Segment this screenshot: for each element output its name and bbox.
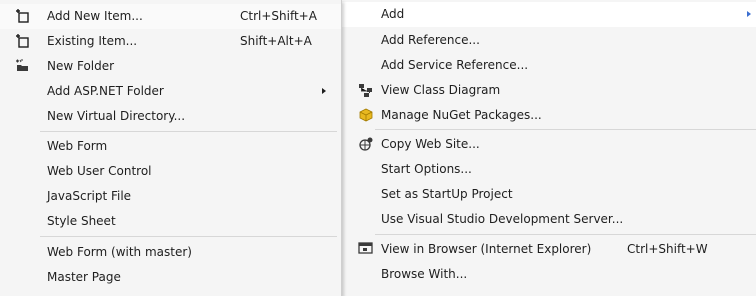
menu-item-web-user-control[interactable]: Web User Control <box>0 159 341 184</box>
menu-item-label: Set as StartUp Project <box>381 187 513 201</box>
menu-item-start-options[interactable]: Start Options... <box>342 157 756 182</box>
add-submenu: Add New Item... Ctrl+Shift+A Existing It… <box>0 0 342 296</box>
menu-item-copy-web-site[interactable]: Copy Web Site... <box>342 132 756 157</box>
menu-item-view-class-diagram[interactable]: View Class Diagram <box>342 78 756 103</box>
menu-item-web-form[interactable]: Web Form <box>0 134 341 159</box>
menu-item-manage-nuget-packages[interactable]: Manage NuGet Packages... <box>342 103 756 128</box>
menu-item-new-virtual-directory[interactable]: New Virtual Directory... <box>0 104 341 129</box>
menu-item-label: Master Page <box>47 270 121 284</box>
new-folder-icon <box>14 58 30 74</box>
menu-item-javascript-file[interactable]: JavaScript File <box>0 184 341 209</box>
menu-separator <box>40 236 337 237</box>
menu-item-label: Add <box>381 7 405 21</box>
menu-item-shortcut: Ctrl+Shift+W <box>627 242 708 256</box>
menu-item-shortcut: Ctrl+Shift+A <box>240 9 317 23</box>
menu-item-label: Add ASP.NET Folder <box>47 84 164 98</box>
menu-item-add-reference[interactable]: Add Reference... <box>342 28 756 53</box>
menu-item-add[interactable]: Add <box>342 2 756 27</box>
menu-item-label: Copy Web Site... <box>381 137 480 151</box>
menu-item-view-in-browser[interactable]: View in Browser (Internet Explorer) Ctrl… <box>342 237 756 262</box>
menu-item-label: JavaScript File <box>47 189 132 203</box>
menu-item-add-service-reference[interactable]: Add Service Reference... <box>342 53 756 78</box>
menu-item-label: Add Reference... <box>381 33 480 47</box>
menu-item-label: Style Sheet <box>47 214 116 228</box>
submenu-arrow-icon <box>322 88 326 94</box>
menu-item-style-sheet[interactable]: Style Sheet <box>0 209 341 234</box>
menu-item-label: Use Visual Studio Development Server... <box>381 212 624 226</box>
menu-item-label: Web User Control <box>47 164 152 178</box>
browser-icon <box>358 241 374 257</box>
menu-separator <box>375 129 756 130</box>
menu-item-shortcut: Shift+Alt+A <box>240 34 312 48</box>
nuget-icon <box>358 107 374 123</box>
menu-item-label: View in Browser (Internet Explorer) <box>381 242 592 256</box>
menu-item-label: New Folder <box>47 59 115 73</box>
menu-item-master-page[interactable]: Master Page <box>0 265 341 290</box>
menu-item-label: Manage NuGet Packages... <box>381 108 542 122</box>
menu-item-label: Add New Item... <box>47 9 143 23</box>
menu-separator <box>40 131 337 132</box>
existing-item-icon <box>14 33 30 49</box>
menu-item-web-form-with-master[interactable]: Web Form (with master) <box>0 240 341 265</box>
menu-item-add-aspnet-folder[interactable]: Add ASP.NET Folder <box>0 79 341 104</box>
add-new-item-icon <box>14 8 30 24</box>
menu-separator <box>375 234 756 235</box>
menu-item-new-folder[interactable]: New Folder <box>0 54 341 79</box>
menu-item-label: Web Form (with master) <box>47 245 192 259</box>
menu-item-label: Add Service Reference... <box>381 58 529 72</box>
menu-item-add-new-item[interactable]: Add New Item... Ctrl+Shift+A <box>0 4 341 29</box>
menu-item-label: View Class Diagram <box>381 83 501 97</box>
menu-item-label: Browse With... <box>381 267 468 281</box>
menu-item-label: Start Options... <box>381 162 472 176</box>
menu-item-use-vs-development-server[interactable]: Use Visual Studio Development Server... <box>342 207 756 232</box>
copy-web-site-icon <box>358 136 374 152</box>
menu-item-browse-with[interactable]: Browse With... <box>342 262 756 287</box>
menu-item-label: New Virtual Directory... <box>47 109 186 123</box>
class-diagram-icon <box>358 82 374 98</box>
menu-item-label: Web Form <box>47 139 108 153</box>
project-context-menu: Add Add Reference... Add Service Referen… <box>342 0 756 296</box>
menu-item-existing-item[interactable]: Existing Item... Shift+Alt+A <box>0 29 341 54</box>
submenu-arrow-icon <box>747 11 751 17</box>
menu-item-label: Existing Item... <box>47 34 138 48</box>
menu-item-set-as-startup-project[interactable]: Set as StartUp Project <box>342 182 756 207</box>
